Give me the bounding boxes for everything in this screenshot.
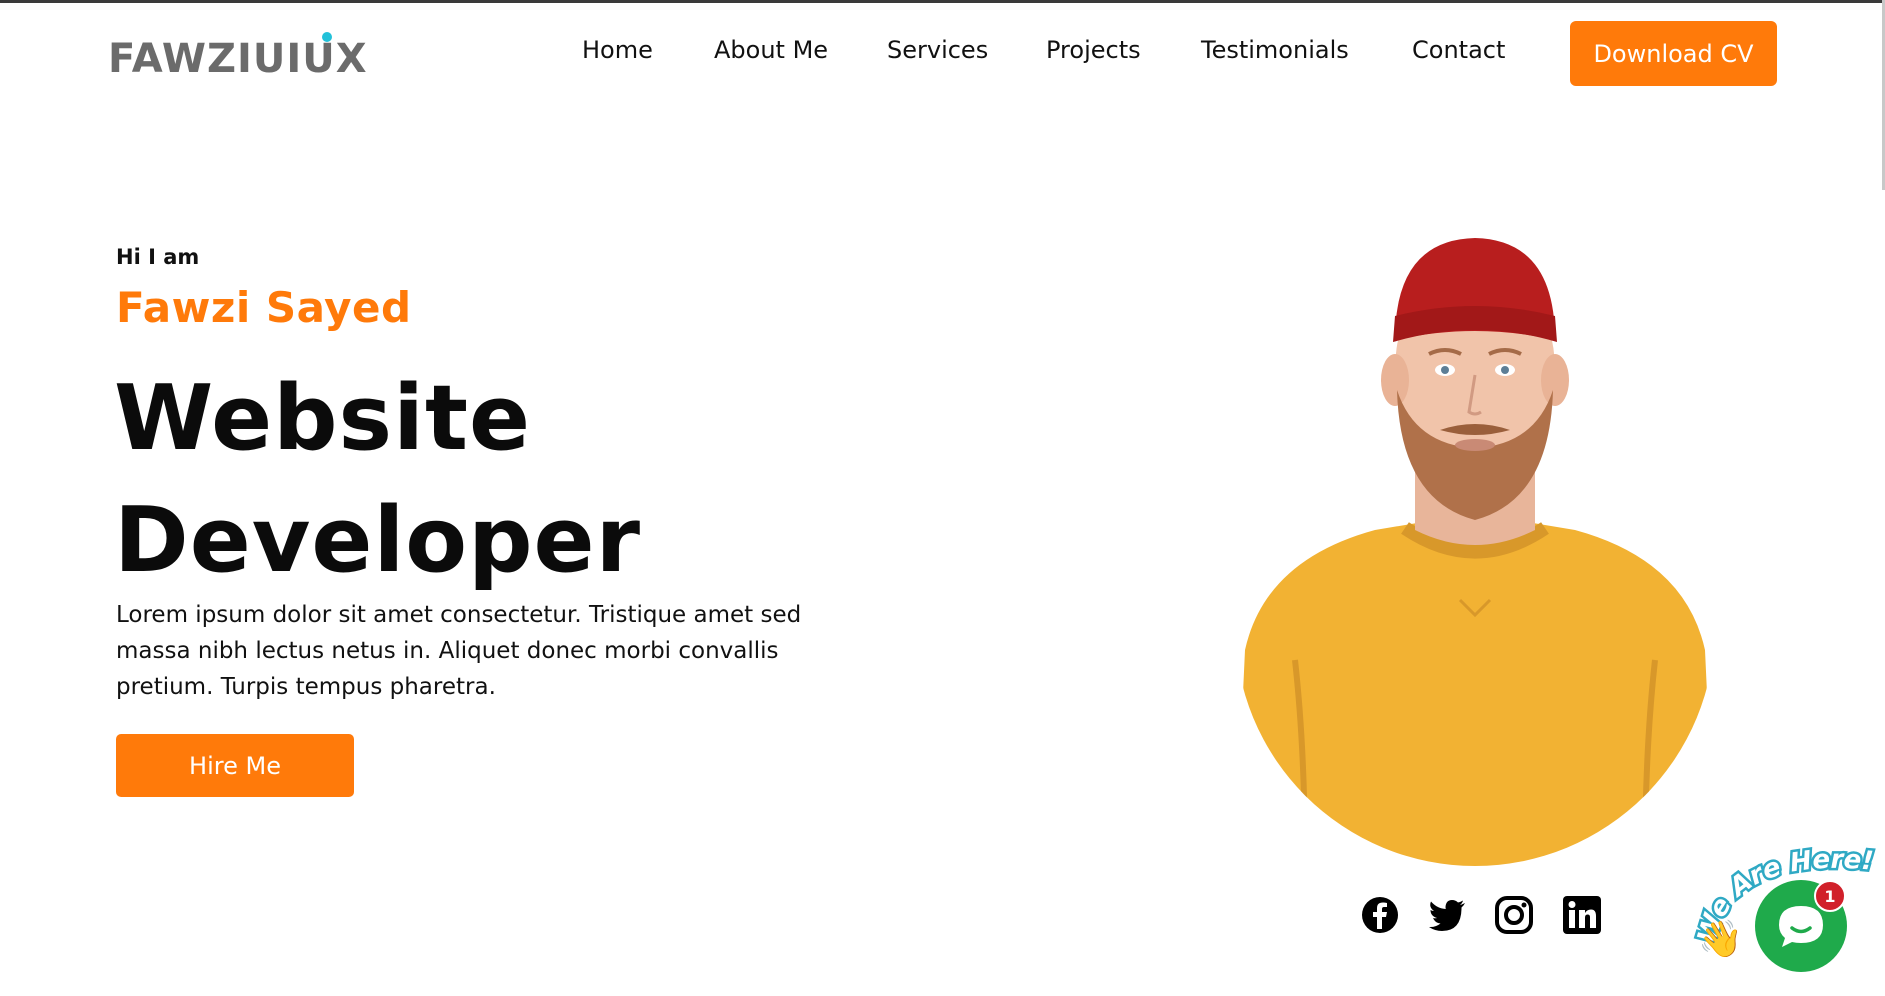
greeting: Hi I am [116,245,200,269]
instagram-icon[interactable] [1494,895,1534,935]
hero-role: Website Developer [114,358,814,602]
hero-name: Fawzi Sayed [116,283,412,332]
role-line-1: Website [114,366,532,471]
chat-notification-badge: 1 [1814,880,1846,912]
twitter-icon[interactable] [1427,895,1467,935]
chat-icon [1779,906,1823,947]
top-border [0,0,1885,3]
download-cv-button[interactable]: Download CV [1570,21,1777,86]
profile-photo [1235,238,1715,866]
linkedin-icon[interactable] [1562,895,1602,935]
nav-contact[interactable]: Contact [1412,36,1505,64]
nav-services[interactable]: Services [887,36,988,64]
facebook-icon[interactable] [1360,895,1400,935]
logo[interactable]: FAWZIUIUX [108,36,368,82]
logo-dot [322,32,332,42]
waving-hand-icon: 👋 [1698,919,1743,960]
hero-description: Lorem ipsum dolor sit amet consectetur. … [116,602,802,700]
nav-home[interactable]: Home [582,36,653,64]
role-line-2: Developer [114,488,641,593]
hire-me-button[interactable]: Hire Me [116,734,354,797]
nav-about-me[interactable]: About Me [714,36,828,64]
nav-testimonials[interactable]: Testimonials [1201,36,1349,64]
nav-projects[interactable]: Projects [1046,36,1141,64]
